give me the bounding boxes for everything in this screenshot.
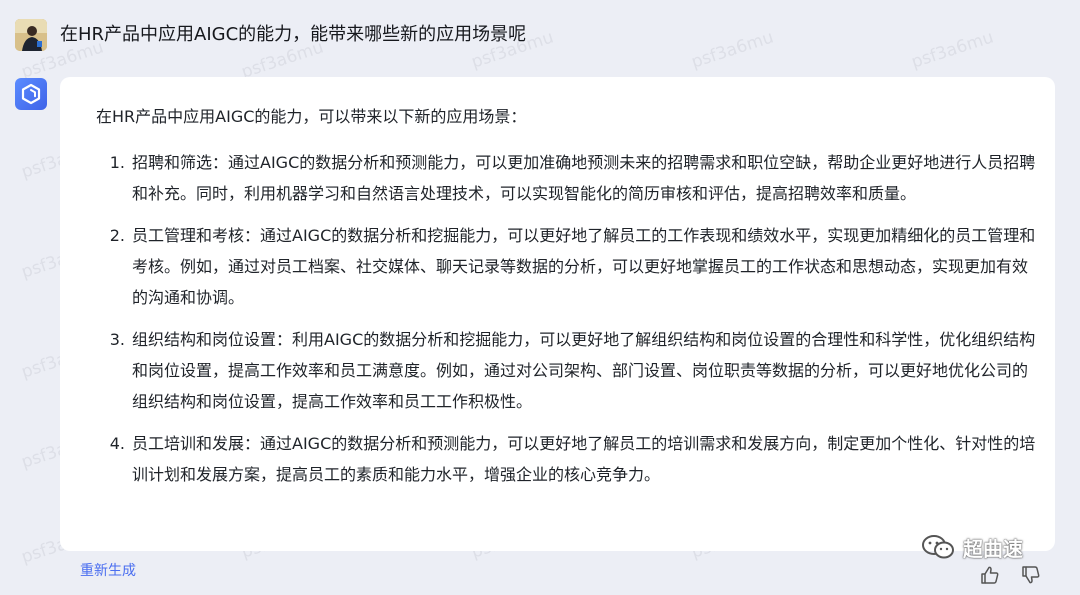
user-question: 在HR产品中应用AIGC的能力，能带来哪些新的应用场景呢 bbox=[60, 24, 527, 45]
list-item-number: 4. bbox=[109, 434, 125, 453]
list-item-number: 1. bbox=[109, 153, 125, 172]
list-item-text: 员工培训和发展：通过AIGC的数据分析和预测能力，可以更好地了解员工的培训需求和… bbox=[132, 434, 1036, 484]
user-avatar bbox=[15, 19, 47, 51]
answer-list: 1. 招聘和筛选：通过AIGC的数据分析和预测能力，可以更加准确地预测未来的招聘… bbox=[96, 147, 1046, 501]
list-item-number: 3. bbox=[109, 330, 125, 349]
list-item: 3. 组织结构和岗位设置：利用AIGC的数据分析和挖掘能力，可以更好地了解组织结… bbox=[96, 324, 1046, 417]
watermark-text: psf3a6mu bbox=[688, 27, 777, 73]
answer-intro: 在HR产品中应用AIGC的能力，可以带来以下新的应用场景： bbox=[96, 107, 527, 126]
list-item: 4. 员工培训和发展：通过AIGC的数据分析和预测能力，可以更好地了解员工的培训… bbox=[96, 428, 1046, 490]
list-item-text: 员工管理和考核：通过AIGC的数据分析和挖掘能力，可以更好地了解员工的工作表现和… bbox=[132, 226, 1036, 307]
answer-card: 在HR产品中应用AIGC的能力，可以带来以下新的应用场景： 1. 招聘和筛选：通… bbox=[60, 77, 1055, 551]
regenerate-button[interactable]: 重新生成 bbox=[80, 561, 136, 581]
list-item-number: 2. bbox=[109, 226, 125, 245]
wechat-icon bbox=[922, 535, 954, 559]
brand-text: 超曲速 bbox=[963, 536, 1023, 561]
list-item-text: 组织结构和岗位设置：利用AIGC的数据分析和挖掘能力，可以更好地了解组织结构和岗… bbox=[132, 330, 1036, 411]
brand-watermark: 超曲速 bbox=[921, 532, 1023, 562]
list-item-text: 招聘和筛选：通过AIGC的数据分析和预测能力，可以更加准确地预测未来的招聘需求和… bbox=[132, 153, 1036, 203]
watermark-text: psf3a6mu bbox=[908, 27, 997, 73]
list-item: 2. 员工管理和考核：通过AIGC的数据分析和挖掘能力，可以更好地了解员工的工作… bbox=[96, 220, 1046, 313]
thumbs-up-icon[interactable] bbox=[980, 565, 1000, 585]
thumbs-down-icon[interactable] bbox=[1021, 565, 1041, 585]
list-item: 1. 招聘和筛选：通过AIGC的数据分析和预测能力，可以更加准确地预测未来的招聘… bbox=[96, 147, 1046, 209]
bot-avatar-icon bbox=[15, 78, 47, 110]
